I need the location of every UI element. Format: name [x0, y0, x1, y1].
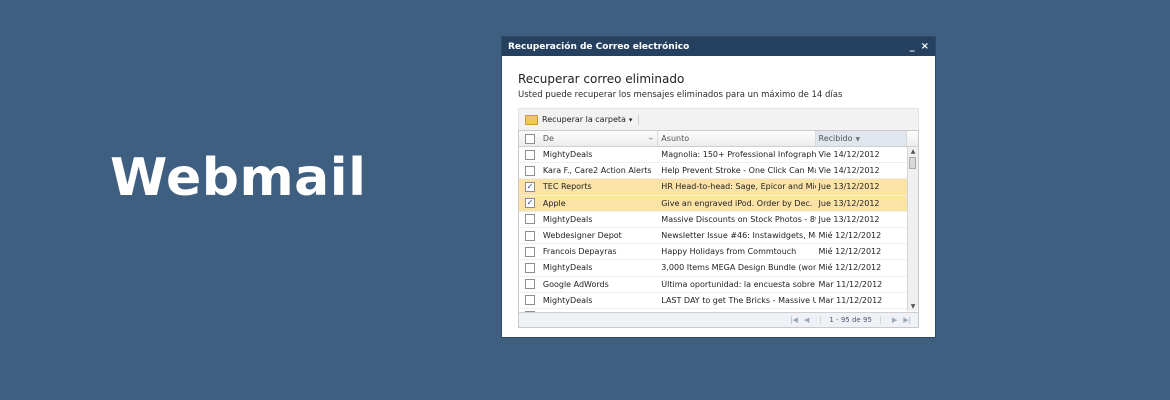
row-checkbox[interactable]: ✓ — [524, 181, 535, 192]
pager: |◀ ◀ 1 - 95 de 95 ▶ ▶| — [519, 312, 918, 327]
row-from: Kara F., Care2 Action Alerts — [542, 166, 652, 176]
grid-rows: MightyDeals Magnolia: 150+ Professional I… — [519, 147, 918, 312]
row-date: Jue 13/12/2012 — [818, 214, 880, 224]
row-checkbox[interactable] — [524, 149, 535, 160]
row-subject: Última oportunidad: la encuesta sobre A.… — [661, 279, 816, 289]
first-page-icon[interactable]: |◀ — [790, 316, 798, 324]
scroll-up-icon[interactable]: ▲ — [908, 147, 918, 156]
row-check-cell — [519, 279, 541, 290]
row-check-cell — [519, 230, 541, 241]
table-row[interactable]: Webdesigner Depot Newsletter Issue #46: I… — [519, 228, 918, 245]
row-checkbox[interactable]: ✓ — [524, 198, 535, 209]
row-date: Mar 11/12/2012 — [818, 295, 883, 305]
row-from: Apple — [542, 198, 566, 208]
row-subject: HR Head-to-head: Sage, Epicor and Micr..… — [661, 182, 816, 192]
row-from: MightyDeals — [542, 295, 593, 305]
dialog-subheading: Usted puede recuperar los mensajes elimi… — [518, 90, 843, 100]
recover-folder-label: Recuperar la carpeta — [542, 115, 626, 124]
row-check-cell — [519, 295, 541, 306]
row-checkbox[interactable] — [524, 295, 535, 306]
dialog-title: Recuperación de Correo electrónico — [508, 41, 690, 52]
chevron-down-icon: ▾ — [628, 115, 633, 124]
next-page-icon[interactable]: ▶ — [892, 316, 897, 324]
sort-desc-icon: ▼ — [855, 136, 861, 143]
table-row[interactable]: Francois Depayras Happy Holidays from Com… — [519, 244, 918, 261]
folder-icon — [525, 114, 538, 125]
row-checkbox[interactable] — [524, 214, 535, 225]
recovery-dialog: Recuperación de Correo electrónico _ × R… — [501, 36, 936, 338]
row-date: Vie 14/12/2012 — [818, 150, 880, 160]
row-check-cell — [519, 149, 541, 160]
row-subject: Magnolia: 150+ Professional Infographic … — [661, 150, 816, 160]
recover-folder-button[interactable]: Recuperar la carpeta ▾ — [525, 114, 640, 125]
table-row[interactable]: MightyDeals LAST DAY to get The Bricks - … — [519, 293, 918, 309]
row-subject: Happy Holidays from Commtouch — [661, 247, 797, 257]
grid-header: De ⌁ Asunto Recibido ▼ — [519, 131, 918, 147]
row-from: MightyDeals — [542, 263, 593, 273]
table-row[interactable]: ✓ Apple Give an engraved iPod. Order by De… — [519, 195, 918, 212]
minimize-button[interactable]: _ — [910, 41, 915, 52]
row-check-cell: ✓ — [519, 198, 541, 209]
last-page-icon[interactable]: ▶| — [903, 316, 911, 324]
row-subject: Massive Discounts on Stock Photos - 89..… — [661, 214, 816, 224]
row-checkbox[interactable] — [524, 279, 535, 290]
row-checkbox[interactable] — [524, 311, 535, 312]
column-header-date[interactable]: Recibido ▼ — [815, 131, 908, 146]
column-header-subject[interactable]: Asunto — [658, 131, 816, 146]
row-from: TEC Reports — [542, 182, 592, 192]
hero-title: Webmail — [110, 148, 367, 208]
table-row[interactable]: ✓ TEC Reports HR Head-to-head: Sage, Epico… — [519, 179, 918, 196]
table-row[interactable]: MightyDeals Massive Discounts on Stock Ph… — [519, 212, 918, 228]
row-check-cell: ✓ — [519, 181, 541, 192]
attachment-icon: ⌁ — [648, 134, 654, 143]
row-checkbox[interactable] — [524, 246, 535, 257]
table-row[interactable]: Kara F., Care2 Action Alerts Help Prevent… — [519, 163, 918, 180]
row-subject: 3,000 Items MEGA Design Bundle (wort... — [661, 263, 816, 273]
row-from: Francois Depayras — [542, 247, 617, 257]
dialog-heading: Recuperar correo eliminado — [518, 72, 685, 86]
row-date: Vie 14/12/2012 — [818, 166, 880, 176]
row-date: Mar 11/12/2012 — [818, 279, 883, 289]
table-row[interactable]: MightyDeals Magnolia: 150+ Professional I… — [519, 147, 918, 164]
messages-grid: De ⌁ Asunto Recibido ▼ MightyDeals Magnoli… — [518, 130, 919, 328]
row-date: Jue 13/12/2012 — [818, 198, 880, 208]
grid-scrollbar[interactable]: ▲ ▼ — [907, 147, 918, 311]
row-from: Webdesigner Depot — [542, 231, 622, 241]
row-date: Mié 12/12/2012 — [818, 263, 882, 273]
scroll-down-icon[interactable]: ▼ — [908, 302, 918, 311]
column-header-from-label: De — [542, 134, 554, 143]
table-row[interactable]: MightyDealsAppDesignify: 5 Premium iOS A… — [519, 309, 918, 312]
row-from: Google AdWords — [542, 279, 609, 289]
table-row[interactable]: Google AdWords Última oportunidad: la enc… — [519, 277, 918, 293]
dialog-titlebar: Recuperación de Correo electrónico _ × — [502, 37, 935, 56]
row-date: Jue 13/12/2012 — [818, 182, 880, 192]
row-check-cell — [519, 262, 541, 273]
column-header-from[interactable]: De ⌁ — [541, 131, 659, 146]
row-date: Mié 12/12/2012 — [818, 231, 882, 241]
row-check-cell — [519, 165, 541, 176]
row-checkbox[interactable] — [524, 262, 535, 273]
select-all-cell — [519, 133, 541, 144]
row-checkbox[interactable] — [524, 230, 535, 241]
toolbar: Recuperar la carpeta ▾ — [518, 108, 919, 130]
select-all-checkbox[interactable] — [524, 133, 535, 144]
row-subject: Help Prevent Stroke - One Click Can Mak.… — [661, 166, 816, 176]
row-date: Mié 12/12/2012 — [818, 247, 882, 257]
row-check-cell — [519, 311, 541, 312]
row-subject: Give an engraved iPod. Order by Dec. 17. — [661, 198, 816, 208]
row-subject: Newsletter Issue #46: Instawidgets, Me..… — [661, 231, 816, 241]
close-button[interactable]: × — [921, 41, 929, 52]
prev-page-icon[interactable]: ◀ — [804, 316, 809, 324]
dialog-content: Recuperar correo eliminado Usted puede r… — [502, 56, 935, 328]
pager-info: 1 - 95 de 95 — [820, 316, 881, 324]
row-from: MightyDeals — [542, 150, 593, 160]
column-header-date-label: Recibido — [818, 134, 853, 143]
row-checkbox[interactable] — [524, 165, 535, 176]
row-check-cell — [519, 214, 541, 225]
scroll-thumb[interactable] — [909, 157, 916, 169]
row-from: MightyDeals — [542, 214, 593, 224]
row-check-cell — [519, 246, 541, 257]
row-subject: LAST DAY to get The Bricks - Massive UI.… — [661, 295, 816, 305]
table-row[interactable]: MightyDeals 3,000 Items MEGA Design Bundl… — [519, 260, 918, 277]
